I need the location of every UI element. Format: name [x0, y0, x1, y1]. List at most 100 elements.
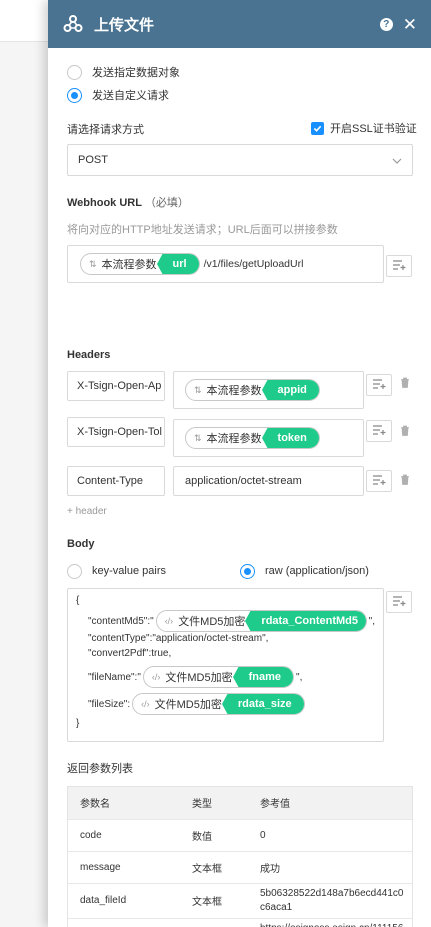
body-json-editor[interactable]: { "contentMd5":" ‹/› 文件MD5加密 rdata_Conten…	[67, 588, 384, 742]
insert-param-button-1[interactable]	[366, 374, 392, 396]
radio-body-raw-label: raw (application/json)	[265, 565, 369, 577]
insert-field-icon	[372, 378, 386, 393]
method-select-value: POST	[78, 154, 108, 166]
json-tail: ",	[368, 615, 375, 627]
radio-send-custom[interactable]: 发送自定义请求	[67, 83, 169, 107]
table-row: https://esignoss.esign.cn/1111564182/f49…	[68, 918, 412, 927]
trash-icon[interactable]	[400, 377, 410, 391]
param-token-contentmd5[interactable]: ‹/› 文件MD5加密 rdata_ContentMd5	[155, 610, 367, 632]
json-line-filename: "fileName":" ‹/› 文件MD5加密 fname ",	[76, 664, 375, 690]
insert-param-button-body[interactable]	[386, 591, 412, 613]
webhook-url-title: Webhook URL	[67, 197, 142, 209]
trash-icon[interactable]	[400, 425, 410, 439]
checkbox-checked-icon[interactable]	[311, 121, 324, 135]
param-token-filesize[interactable]: ‹/› 文件MD5加密 rdata_size	[132, 693, 305, 715]
header-value-input-3[interactable]: application/octet-stream	[173, 466, 364, 496]
cell-ref: 成功	[260, 863, 280, 875]
json-key: "contentMd5":"	[88, 615, 154, 627]
param-token-appid[interactable]: ⇅ 本流程参数 appid	[185, 379, 320, 401]
insert-field-icon	[372, 474, 386, 489]
param-icon: ⇅	[89, 258, 97, 269]
cell-name	[68, 918, 192, 927]
returns-label: 返回参数列表	[67, 763, 133, 775]
webhook-url-required: （必填）	[144, 197, 189, 209]
add-header-link[interactable]: + header	[67, 506, 107, 517]
column-header: 参数名	[80, 799, 110, 811]
json-key: "fileName":"	[88, 671, 141, 683]
radio-circle-checked[interactable]	[240, 563, 255, 579]
ssl-checkbox-label: 开启SSL证书验证	[330, 123, 417, 135]
close-icon[interactable]: ✕	[403, 16, 417, 33]
header-key-3: Content-Type	[77, 475, 144, 487]
header-value-input-1[interactable]: ⇅ 本流程参数 appid	[173, 371, 364, 409]
radio-send-specified[interactable]: 发送指定数据对象	[67, 60, 180, 84]
cell-name: code	[80, 829, 102, 841]
insert-field-icon	[392, 259, 406, 274]
header-key-input-2[interactable]: X-Tsign-Open-Tol	[67, 417, 165, 447]
webhook-url-path: /v1/files/getUploadUrl	[203, 258, 304, 270]
ssl-checkbox[interactable]: 开启SSL证书验证	[311, 120, 417, 136]
param-value: fname	[232, 667, 294, 687]
cell-name: data_fileId	[80, 895, 127, 906]
param-icon: ⇅	[194, 384, 202, 395]
webhook-url-label: Webhook URL （必填）	[67, 194, 189, 210]
cell-ref: 0	[260, 829, 266, 841]
header-key-input-1[interactable]: X-Tsign-Open-Ap	[67, 371, 165, 401]
header-key-1: X-Tsign-Open-Ap	[77, 380, 162, 392]
insert-param-button[interactable]	[386, 255, 412, 277]
cell-type	[192, 918, 260, 927]
radio-circle-checked[interactable]	[67, 87, 82, 103]
table-row: message 文本框 成功	[68, 851, 412, 883]
param-name: 本流程参数	[206, 433, 262, 445]
param-value: appid	[261, 380, 319, 400]
drawer-header: 上传文件 ? ✕	[48, 0, 431, 48]
webhook-url-hint: 将向对应的HTTP地址发送请求；URL后面可以拼接参数	[67, 224, 338, 236]
webhook-url-input[interactable]: ⇅ 本流程参数 url /v1/files/getUploadUrl	[67, 245, 384, 283]
webhook-icon	[62, 13, 84, 35]
json-line-convert2pdf: "convert2Pdf":true,	[88, 648, 172, 659]
code-icon: ‹/›	[151, 672, 161, 682]
radio-body-kv[interactable]: key-value pairs	[67, 559, 166, 583]
param-name: 文件MD5加密	[178, 616, 246, 628]
cell-type: 文本框	[192, 863, 222, 875]
upload-file-drawer: 上传文件 ? ✕ 发送指定数据对象 发送自定义请求 请选择请求方式 开启SSL证…	[48, 0, 431, 927]
param-icon: ⇅	[194, 432, 202, 443]
table-row: code 数值 0	[68, 819, 412, 851]
param-value: url	[156, 254, 199, 274]
json-open: {	[76, 595, 80, 606]
radio-circle[interactable]	[67, 64, 82, 80]
param-token-url[interactable]: ⇅ 本流程参数 url	[80, 253, 200, 275]
cell-name: message	[80, 861, 121, 873]
help-icon[interactable]: ?	[379, 17, 393, 31]
method-label: 请选择请求方式	[67, 124, 144, 136]
json-line-contentmd5: "contentMd5":" ‹/› 文件MD5加密 rdata_ContentM…	[76, 609, 375, 633]
param-name: 文件MD5加密	[165, 672, 233, 684]
trash-icon[interactable]	[400, 474, 410, 488]
method-select[interactable]: POST	[67, 144, 413, 176]
insert-field-icon	[392, 595, 406, 610]
insert-field-icon	[372, 424, 386, 439]
radio-circle[interactable]	[67, 563, 82, 579]
json-key: "fileSize":	[88, 698, 131, 710]
radio-body-kv-label: key-value pairs	[92, 565, 166, 577]
header-value-3: application/octet-stream	[185, 475, 302, 487]
json-tail: ",	[296, 671, 303, 683]
param-token-filename[interactable]: ‹/› 文件MD5加密 fname	[142, 666, 295, 688]
background-page	[0, 0, 48, 927]
insert-param-button-3[interactable]	[366, 470, 392, 492]
cell-type: 数值	[192, 831, 212, 843]
drawer-title: 上传文件	[94, 16, 155, 34]
cell-ref: 5b06328522d148a7b6ecd441c0c6aca1	[260, 887, 404, 913]
insert-param-button-2[interactable]	[366, 420, 392, 442]
header-key-input-3[interactable]: Content-Type	[67, 466, 165, 496]
param-name: 本流程参数	[101, 259, 157, 271]
param-value: token	[261, 428, 319, 448]
header-value-input-2[interactable]: ⇅ 本流程参数 token	[173, 419, 364, 457]
json-close: }	[76, 718, 80, 729]
headers-label: Headers	[67, 349, 111, 361]
param-token-token[interactable]: ⇅ 本流程参数 token	[185, 427, 320, 449]
param-value: rdata_size	[221, 694, 304, 714]
param-name: 文件MD5加密	[154, 699, 222, 711]
radio-body-raw[interactable]: raw (application/json)	[240, 559, 369, 583]
chevron-down-icon	[392, 153, 402, 167]
